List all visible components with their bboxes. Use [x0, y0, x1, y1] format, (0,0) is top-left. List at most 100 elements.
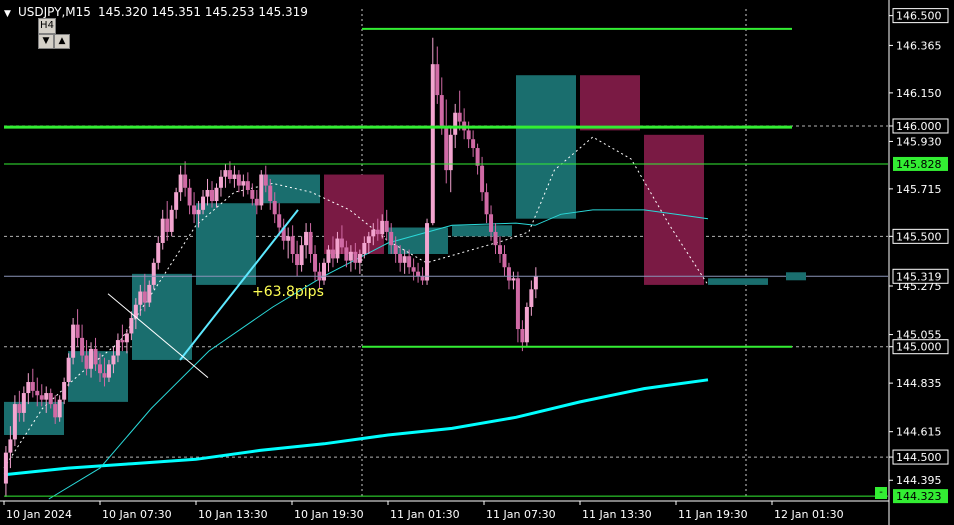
time-tick-label: 11 Jan 01:30 — [390, 508, 460, 521]
price-tick-label: 144.615 — [896, 426, 942, 439]
candle-body — [165, 218, 170, 232]
h4-box — [708, 278, 768, 285]
candle-body — [489, 214, 494, 232]
candle-body — [178, 174, 183, 193]
price-tick-label: 146.500 — [896, 10, 942, 23]
candle-body — [268, 185, 273, 202]
candle-body — [66, 357, 71, 383]
candle-body — [259, 174, 264, 206]
candle-body — [326, 249, 331, 263]
current-price-marker — [786, 272, 806, 281]
candle-body — [348, 251, 353, 261]
candle-body — [156, 242, 161, 263]
price-tick-label: 144.395 — [896, 474, 942, 487]
candle-body — [366, 236, 371, 243]
candle-body — [205, 189, 210, 197]
candle-body — [8, 439, 13, 453]
candle-body — [484, 192, 489, 215]
h4-box — [196, 203, 256, 285]
candle-body — [93, 348, 98, 365]
collapse-button[interactable]: - — [875, 487, 887, 499]
candle-body — [393, 245, 398, 254]
candle-body — [330, 249, 335, 259]
candle-body — [53, 404, 58, 418]
candle-body — [214, 187, 219, 202]
candle-body — [201, 196, 206, 210]
price-tick-label: 145.500 — [896, 230, 942, 243]
time-tick-label: 11 Jan 19:30 — [678, 508, 748, 521]
candle-body — [515, 278, 520, 330]
candle-body — [295, 254, 300, 266]
candle-body — [335, 238, 340, 259]
time-tick-label: 10 Jan 2024 — [6, 508, 72, 521]
pips-annotation: +63.8pips — [252, 284, 324, 300]
candle-body — [245, 181, 250, 190]
candle-body — [475, 148, 480, 166]
ohlc-values: 145.320 145.351 145.253 145.319 — [98, 5, 308, 19]
candle-body — [471, 139, 476, 149]
price-tick-label: 144.500 — [896, 451, 942, 464]
candle-body — [57, 399, 62, 418]
header-menu-glyph[interactable]: ▼ — [4, 9, 11, 19]
candle-body — [448, 134, 453, 171]
symbol-label: USDJPY,M15 — [18, 5, 91, 19]
candle-body — [520, 329, 525, 343]
h4-box — [452, 225, 512, 237]
candle-body — [533, 276, 538, 290]
candle-body — [453, 112, 458, 135]
price-badge-label: 145.828 — [896, 158, 942, 171]
candle-body — [425, 223, 430, 281]
candle-body — [398, 254, 403, 263]
candle-body — [389, 231, 394, 246]
candle-body — [498, 245, 502, 254]
h4-box — [132, 273, 192, 360]
candle-body — [138, 291, 143, 305]
candle-body — [12, 404, 17, 440]
candle-body — [322, 262, 326, 281]
candle-body — [290, 236, 295, 254]
candle-body — [339, 238, 344, 248]
price-tick-label: 145.000 — [896, 341, 942, 354]
candle-body — [192, 205, 197, 215]
candle-body — [277, 214, 282, 228]
candle-body — [30, 382, 35, 391]
candle-body — [435, 64, 440, 96]
candle-body — [457, 112, 462, 122]
price-tick-label: 144.835 — [896, 377, 942, 390]
time-tick-label: 12 Jan 01:30 — [774, 508, 844, 521]
candle-body — [384, 220, 389, 232]
price-chart[interactable]: +63.8pips 146.500 146.365 146.150 146.000 14… — [0, 0, 954, 525]
time-tick-label: 11 Jan 07:30 — [486, 508, 556, 521]
candle-body — [124, 333, 129, 343]
candle-body — [493, 231, 498, 246]
candle-body — [272, 201, 277, 215]
candle-body — [44, 393, 49, 400]
candle-body — [402, 256, 407, 263]
candle-body — [160, 218, 165, 243]
candle-body — [502, 254, 507, 268]
candle-body — [466, 130, 471, 140]
candle-body — [120, 340, 125, 343]
price-tick-label: 145.715 — [896, 183, 942, 196]
candle-body — [129, 318, 134, 334]
price-tick-label: 146.000 — [896, 120, 942, 133]
candle-body — [102, 373, 107, 378]
candle-body — [89, 348, 94, 369]
current-price-label: 145.319 — [896, 270, 942, 283]
candle-body — [174, 192, 179, 210]
time-tick-label: 10 Jan 07:30 — [102, 508, 172, 521]
timeframe-h4-label[interactable]: H4 — [38, 18, 56, 34]
candle-body — [511, 278, 516, 281]
chevron-down-icon[interactable]: ▼ — [38, 34, 54, 49]
candle-body — [236, 174, 241, 186]
candle-body — [362, 242, 367, 254]
candle-body — [357, 254, 362, 263]
price-tick-label: 146.365 — [896, 39, 942, 52]
price-tick-label: 146.150 — [896, 87, 942, 100]
candle-body — [21, 393, 26, 413]
candle-body — [151, 262, 156, 285]
candle-body — [506, 267, 511, 281]
chevron-up-icon[interactable]: ▲ — [54, 34, 70, 49]
candle-body — [411, 267, 416, 272]
candle-body — [75, 324, 80, 338]
